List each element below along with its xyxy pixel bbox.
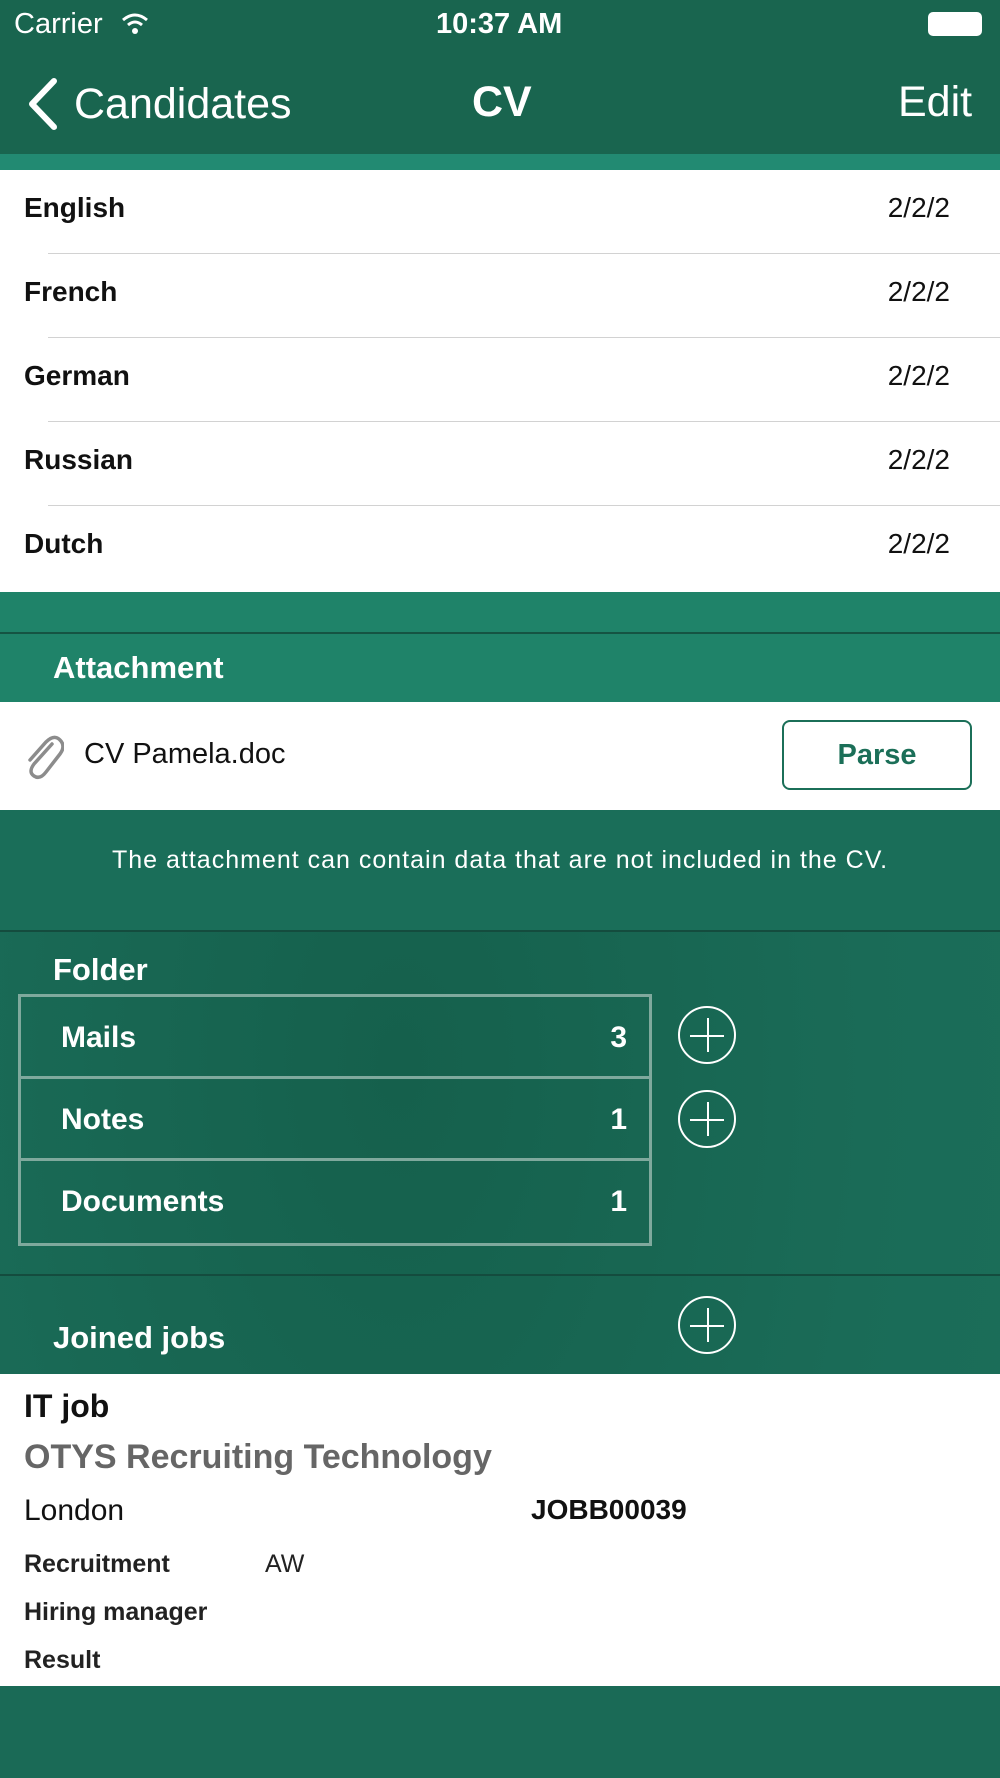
language-level: 2/2/2 (887, 276, 950, 307)
status-time: 10:37 AM (436, 8, 563, 40)
job-code: JOBB00039 (531, 1494, 687, 1525)
folder-count: 1 (610, 1185, 627, 1218)
paperclip-icon (28, 735, 64, 780)
nav-bottom-strip (0, 154, 1000, 170)
add-mail-button[interactable] (678, 1006, 736, 1064)
wifi-icon (122, 13, 148, 34)
attachment-header: Attachment (0, 634, 1000, 702)
language-row[interactable]: German 2/2/2 (0, 338, 1000, 422)
back-label: Candidates (74, 79, 292, 128)
folder-label: Notes (61, 1103, 145, 1136)
language-row[interactable]: French 2/2/2 (0, 254, 1000, 338)
edit-button[interactable]: Edit (898, 78, 972, 127)
recruitment-value: AW (265, 1550, 305, 1578)
page-title: CV (472, 78, 532, 126)
add-note-button[interactable] (678, 1090, 736, 1148)
language-row[interactable]: English 2/2/2 (0, 170, 1000, 254)
folder-label: Mails (61, 1021, 137, 1054)
parse-button[interactable]: Parse (782, 720, 972, 790)
chevron-left-icon (29, 78, 57, 130)
language-row[interactable]: Dutch 2/2/2 (0, 506, 1000, 590)
result-label: Result (24, 1646, 101, 1674)
languages-list: English 2/2/2 French 2/2/2 German 2/2/2 … (0, 170, 1000, 592)
language-level: 2/2/2 (887, 444, 950, 475)
back-button[interactable]: Candidates (24, 76, 292, 132)
folder-count: 1 (610, 1103, 627, 1136)
recruitment-label: Recruitment (24, 1550, 170, 1578)
folder-row-mails[interactable]: Mails 3 (21, 997, 649, 1079)
attachment-section-title: Attachment (53, 650, 224, 685)
carrier-label: Carrier (14, 8, 103, 40)
attachment-note-area: The attachment can contain data that are… (0, 810, 1000, 932)
bottom-bar (0, 1686, 1000, 1778)
language-name: French (24, 276, 118, 307)
language-name: Russian (24, 444, 133, 475)
folder-count: 3 (610, 1021, 627, 1054)
folder-table: Mails 3 Notes 1 Documents 1 (18, 994, 652, 1246)
attachment-file-name: CV Pamela.doc (84, 738, 286, 770)
language-name: German (24, 360, 130, 391)
section-divider (0, 1274, 1000, 1276)
section-band (0, 592, 1000, 634)
folder-row-documents[interactable]: Documents 1 (21, 1161, 649, 1243)
language-name: Dutch (24, 528, 104, 559)
language-level: 2/2/2 (887, 360, 950, 391)
joined-jobs-section-title: Joined jobs (53, 1320, 226, 1355)
language-name: English (24, 192, 126, 223)
attachment-note: The attachment can contain data that are… (111, 846, 889, 874)
battery-icon (928, 12, 982, 36)
job-location: London (24, 1494, 125, 1527)
folder-section-title: Folder (53, 952, 148, 987)
add-job-button[interactable] (678, 1296, 736, 1354)
folder-label: Documents (61, 1185, 225, 1218)
joined-job-card[interactable]: IT job OTYS Recruiting Technology London… (0, 1374, 1000, 1686)
hiring-manager-label: Hiring manager (24, 1598, 208, 1626)
folder-row-notes[interactable]: Notes 1 (21, 1079, 649, 1161)
language-level: 2/2/2 (887, 192, 950, 223)
job-title: IT job (24, 1388, 110, 1424)
language-level: 2/2/2 (887, 528, 950, 559)
language-row[interactable]: Russian 2/2/2 (0, 422, 1000, 506)
job-company: OTYS Recruiting Technology (24, 1438, 492, 1476)
